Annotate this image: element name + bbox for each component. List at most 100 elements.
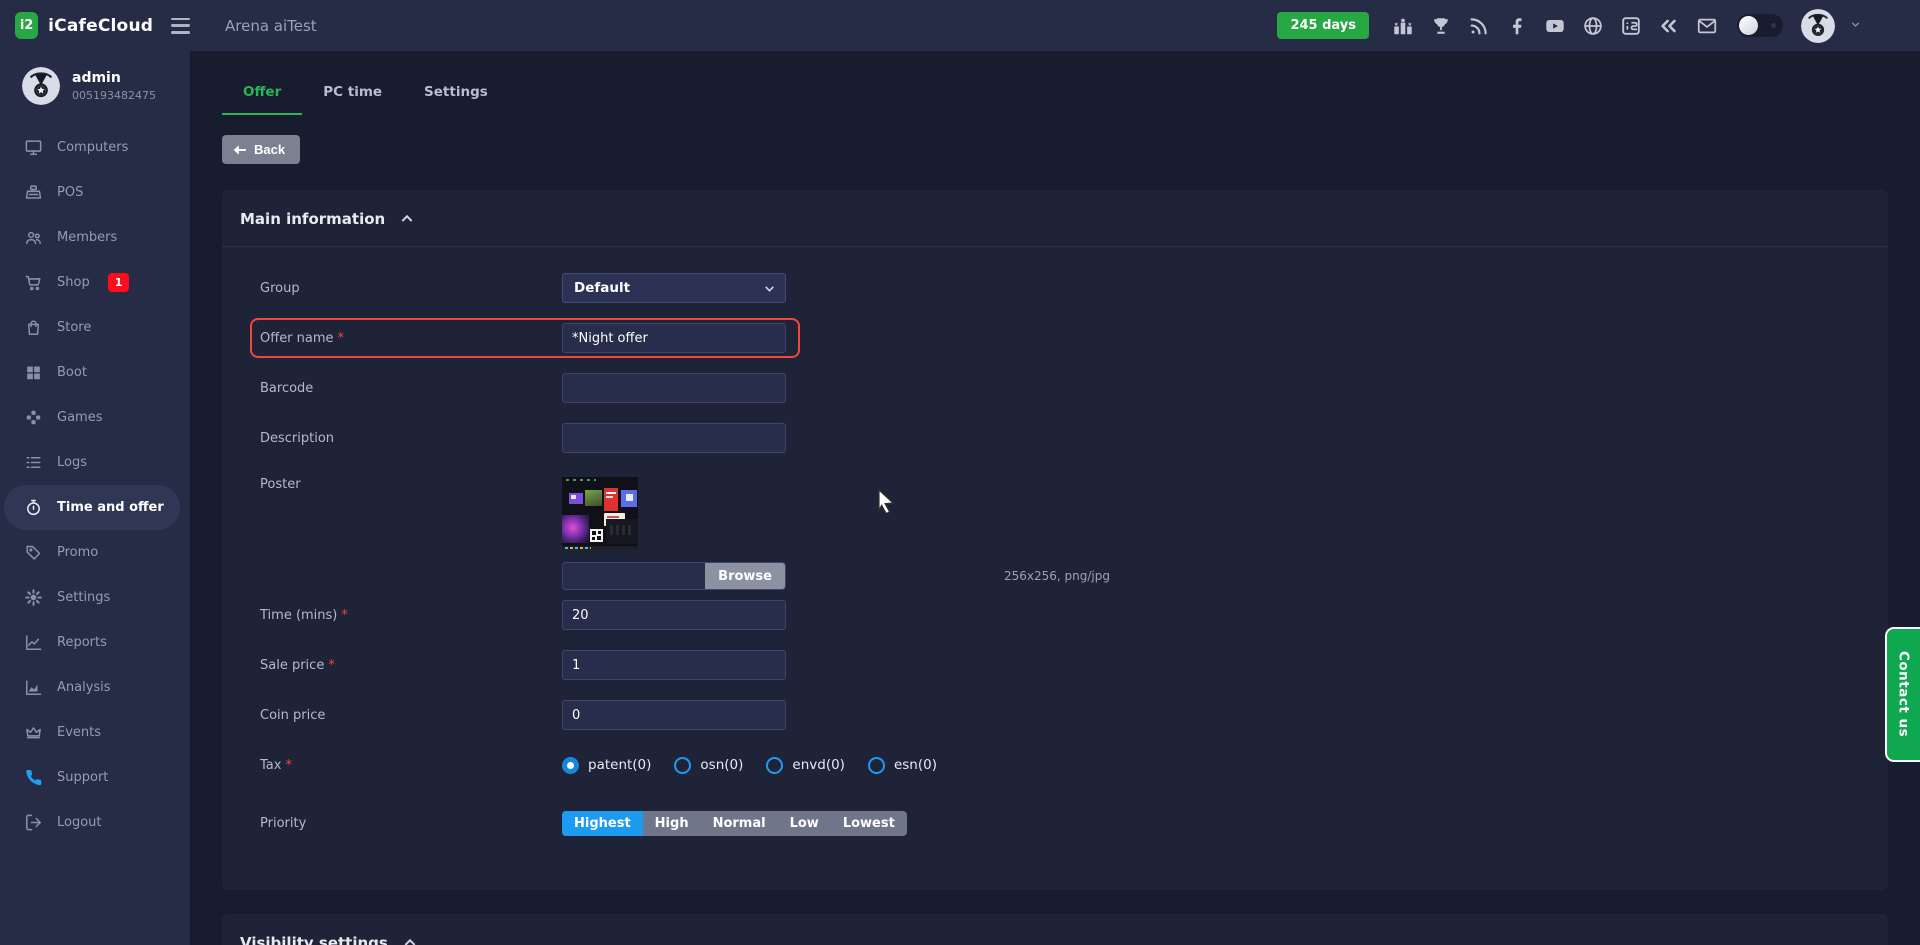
sidebar-item-support[interactable]: Support [0,755,190,800]
brand-name: iCafeCloud [48,16,153,36]
podium-icon[interactable] [1391,14,1415,38]
sidebar-item-games[interactable]: Games [0,395,190,440]
contact-us-button[interactable]: Contact us [1885,627,1920,762]
sidebar-item-time-and-offer[interactable]: Time and offer [4,485,180,530]
list-icon [24,453,43,472]
top-header: i2 iCafeCloud Arena aiTest 245 days [0,0,1920,51]
field-row-priority: Priority HighestHighNormalLowLowest [240,798,1870,848]
visibility-settings-card: Visibility settings [222,914,1888,945]
tab-bar: OfferPC timeSettings [222,51,1888,115]
globe-icon[interactable] [1581,14,1605,38]
sidebar-item-pos[interactable]: POS [0,170,190,215]
layers-icon[interactable] [1657,14,1681,38]
field-row-tax: Tax* patent(0) osn(0) envd(0) esn(0) [240,740,1870,790]
youtube-icon[interactable] [1543,14,1567,38]
tax-radio-esn0[interactable]: esn(0) [868,757,937,774]
back-button[interactable]: Back [222,135,300,164]
barcode-input[interactable] [562,373,786,403]
user-id: 005193482475 [72,89,156,102]
card-collapse-header[interactable]: Visibility settings [222,914,1888,945]
crown-icon [24,723,43,742]
tab-settings[interactable]: Settings [403,75,509,115]
sidebar-item-computers[interactable]: Computers [0,125,190,170]
windows-icon [24,363,43,382]
priority-button-group: HighestHighNormalLowLowest [562,811,907,836]
trophy-icon[interactable] [1429,14,1453,38]
radio-icon [562,757,579,774]
chevron-down-icon[interactable] [1849,16,1862,35]
facebook-icon[interactable] [1505,14,1529,38]
sidebar-user[interactable]: admin 005193482475 [0,51,190,119]
group-select[interactable]: Default [562,273,786,303]
tab-pc-time[interactable]: PC time [302,75,403,115]
priority-option-high[interactable]: High [643,811,701,836]
description-input[interactable] [562,423,786,453]
sidebar-item-settings[interactable]: Settings [0,575,190,620]
sidebar-item-members[interactable]: Members [0,215,190,260]
hamburger-menu-icon[interactable] [171,18,190,34]
sidebar-item-label: Promo [57,545,98,560]
subscription-days-badge[interactable]: 245 days [1277,12,1369,39]
theme-toggle[interactable] [1737,14,1783,37]
browse-button[interactable]: Browse [705,562,785,590]
icafecloud-icon[interactable] [1619,14,1643,38]
sidebar-item-label: Logout [57,815,102,830]
sidebar-item-logs[interactable]: Logs [0,440,190,485]
sidebar-item-reports[interactable]: Reports [0,620,190,665]
user-avatar[interactable] [1801,9,1835,43]
time-input[interactable] [562,600,786,630]
card-body: Group Default Offer name* Barcode [222,247,1888,890]
radio-label: esn(0) [894,757,937,773]
tax-radio-patent0[interactable]: patent(0) [562,757,651,774]
chevron-down-icon [763,282,776,295]
field-row-group: Group Default [240,263,1870,313]
arrow-left-icon [233,144,247,156]
card-collapse-header[interactable]: Main information [222,190,1888,247]
field-row-coin-price: Coin price [240,690,1870,740]
tax-radio-group: patent(0) osn(0) envd(0) esn(0) [562,757,937,774]
sidebar-item-label: Store [57,320,91,335]
sidebar-item-promo[interactable]: Promo [0,530,190,575]
tax-radio-osn0[interactable]: osn(0) [674,757,743,774]
field-label: Poster [240,477,562,492]
bag-icon [24,318,43,337]
sidebar-item-shop[interactable]: Shop 1 [0,260,190,305]
sidebar-item-logout[interactable]: Logout [0,800,190,845]
sidebar-item-label: Members [57,230,117,245]
sidebar-item-label: Analysis [57,680,111,695]
icafecloud-logo-icon: i2 [15,12,38,39]
priority-option-highest[interactable]: Highest [562,811,643,836]
card-title: Visibility settings [240,934,388,945]
radio-icon [766,757,783,774]
sidebar-item-label: Reports [57,635,107,650]
poster-size-hint: 256x256, png/jpg [1004,569,1110,583]
poster-thumbnail[interactable] [562,477,638,550]
card-title: Main information [240,210,385,228]
gamepad-icon [24,408,43,427]
user-name: admin [72,70,156,86]
field-row-offer-name: Offer name* [240,313,1870,363]
sidebar-item-label: Boot [57,365,87,380]
offer-name-input[interactable] [562,323,786,353]
priority-option-lowest[interactable]: Lowest [831,811,907,836]
sidebar-item-label: Shop [57,275,90,290]
rss-icon[interactable] [1467,14,1491,38]
sidebar-item-store[interactable]: Store [0,305,190,350]
file-input[interactable]: Browse [562,562,786,590]
priority-option-normal[interactable]: Normal [701,811,778,836]
mail-icon[interactable] [1695,14,1719,38]
sidebar-item-analysis[interactable]: Analysis [0,665,190,710]
gear-icon [24,588,43,607]
radio-label: envd(0) [792,757,845,773]
sidebar-item-boot[interactable]: Boot [0,350,190,395]
sidebar-item-label: Computers [57,140,128,155]
tab-offer[interactable]: Offer [222,75,302,115]
tax-radio-envd0[interactable]: envd(0) [766,757,845,774]
main-content: OfferPC timeSettings Back Main informati… [190,51,1920,945]
coin-price-input[interactable] [562,700,786,730]
field-label: Tax* [240,758,562,773]
sale-price-input[interactable] [562,650,786,680]
priority-option-low[interactable]: Low [778,811,831,836]
field-label: Sale price* [240,658,562,673]
sidebar-item-events[interactable]: Events [0,710,190,755]
